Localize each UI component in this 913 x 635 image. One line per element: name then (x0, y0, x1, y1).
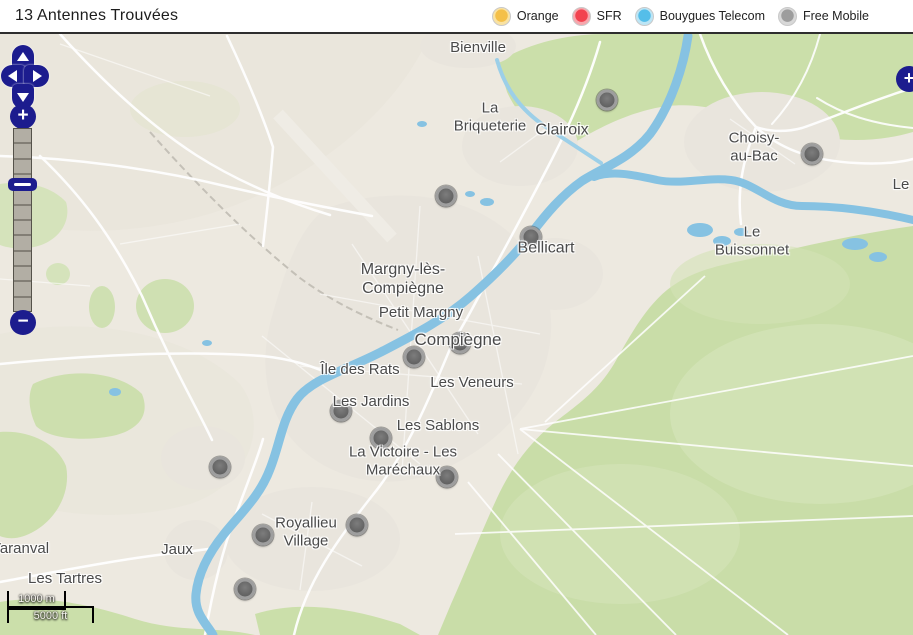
map-canvas[interactable]: BienvilleLa BriqueterieClairoixChoisy- a… (0, 34, 913, 635)
legend-label: Free Mobile (803, 9, 869, 23)
operator-dot-icon (778, 7, 797, 26)
antenna-marker[interactable] (450, 333, 471, 354)
zoom-slider-track[interactable] (13, 128, 32, 312)
antenna-marker[interactable] (347, 515, 368, 536)
legend-item: Free Mobile (778, 7, 869, 26)
antenna-marker[interactable] (436, 186, 457, 207)
antenna-marker[interactable] (597, 90, 618, 111)
legend-label: Bouygues Telecom (660, 9, 765, 23)
antenna-marker[interactable] (521, 227, 542, 248)
antenna-marker[interactable] (331, 401, 352, 422)
legend-item: Bouygues Telecom (635, 7, 765, 26)
antenna-marker[interactable] (802, 144, 823, 165)
legend-item: SFR (572, 7, 622, 26)
legend-label: Orange (517, 9, 559, 23)
page-title: 13 Antennes Trouvées (0, 7, 178, 25)
header-bar: 13 Antennes Trouvées Orange SFR Bouygues T… (0, 0, 913, 34)
antenna-marker[interactable] (253, 525, 274, 546)
antenna-marker[interactable] (235, 579, 256, 600)
operator-dot-icon (635, 7, 654, 26)
operator-dot-icon (572, 7, 591, 26)
antenna-marker[interactable] (437, 467, 458, 488)
antenna-marker[interactable] (210, 457, 231, 478)
zoom-slider-handle[interactable] (8, 178, 37, 191)
operator-legend: Orange SFR Bouygues Telecom Free Mobile (492, 7, 913, 26)
zoom-in-button[interactable]: + (10, 104, 36, 129)
legend-item: Orange (492, 7, 559, 26)
scale-imperial: 5000 ft (7, 606, 94, 623)
legend-label: SFR (597, 9, 622, 23)
antenna-marker[interactable] (371, 428, 392, 449)
antenna-marker[interactable] (404, 347, 425, 368)
operator-dot-icon (492, 7, 511, 26)
zoom-out-button[interactable]: − (10, 310, 36, 335)
